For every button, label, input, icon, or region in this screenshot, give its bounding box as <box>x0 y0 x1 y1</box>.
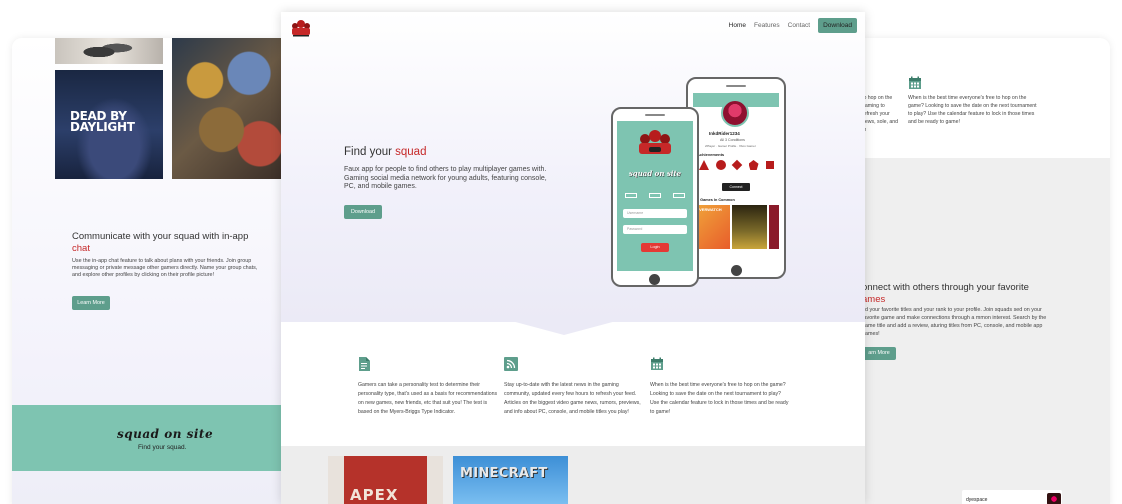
achievements-label: Achievements <box>697 152 725 157</box>
minecraft-title: MINECRAFT <box>460 466 548 481</box>
achievement-badges <box>699 159 775 171</box>
game-thumbnail-top <box>55 38 163 64</box>
feature-news-feed: Stay up-to-date with the latest news in … <box>504 357 644 417</box>
hero-download-button[interactable]: Download <box>344 205 382 219</box>
nav-features[interactable]: Features <box>754 22 780 29</box>
rss-icon <box>504 357 518 371</box>
login-button[interactable]: Login <box>641 243 669 252</box>
hero-description: Faux app for people to find others to pl… <box>344 166 547 191</box>
profile-username: InkdRider1234 <box>709 131 740 136</box>
phone-login-mockup: squad on site Username Password Login <box>611 107 699 287</box>
profile-card-title: dyespace <box>966 497 988 503</box>
screenshot-stage: DEAD BY DAYLIGHT Communicate with your s… <box>0 0 1122 504</box>
hero-title: Find your squad <box>344 146 427 158</box>
section-notch <box>508 320 620 335</box>
squad-logo-icon[interactable] <box>289 18 313 38</box>
nav-download-button[interactable]: Download <box>818 18 857 33</box>
chat-section-body: Use the in-app chat feature to talk abou… <box>72 258 258 278</box>
right-preview-panel: to hop on the gaming to refresh your new… <box>862 38 1110 504</box>
games-section-body: dd your favorite titles and your rank to… <box>862 307 1047 337</box>
document-icon <box>359 357 370 371</box>
connect-button[interactable]: Connect <box>722 183 750 191</box>
nav-home[interactable]: Home <box>729 22 746 29</box>
games-section-heading: onnect with others through your favorite… <box>862 282 1029 305</box>
profile-screen: InkdRider1234 All 3 Conditions 2Player ·… <box>693 93 779 261</box>
game-thumbnails: OVERWATCH <box>695 205 779 261</box>
squad-logo-icon <box>639 130 671 154</box>
feature-text: Gamers can take a personality test to de… <box>358 382 498 415</box>
profile-meta: 2Player · Gamer Profile · Xbox Gamer <box>705 144 756 148</box>
apex-poster: APEX <box>328 456 443 504</box>
feature-personality-test: Gamers can take a personality test to de… <box>358 357 498 417</box>
feature-text: Stay up-to-date with the latest news in … <box>504 382 641 415</box>
nav-contact[interactable]: Contact <box>788 22 810 29</box>
profile-subtitle: All 3 Conditions <box>720 138 745 142</box>
banner-tagline: Find your squad. <box>138 444 187 451</box>
avatar <box>721 99 749 127</box>
poster-title: DEAD BY DAYLIGHT <box>70 109 135 134</box>
password-field[interactable]: Password <box>623 225 687 234</box>
feature-text: When is the best time everyone's free to… <box>650 382 789 415</box>
learn-more-button[interactable]: Learn More <box>72 296 110 310</box>
login-step-boxes <box>625 193 685 198</box>
main-landing-page: Home Features Contact Download Find your… <box>281 12 865 504</box>
overwatch-poster <box>172 38 282 179</box>
banner-logo: squad on site <box>117 427 214 441</box>
calendar-icon <box>651 357 663 370</box>
login-logo-text: squad on site <box>628 169 682 178</box>
feature-calendar: When is the best time everyone's free to… <box>650 357 790 417</box>
chat-section-heading: Communicate with your squad with in-app … <box>72 231 249 254</box>
calendar-icon <box>909 76 921 89</box>
login-screen: squad on site Username Password Login <box>617 121 693 271</box>
games-in-common-label: 5 Games In Common <box>697 198 735 202</box>
avatar <box>1047 493 1061 504</box>
feature-text-fragment: to hop on the gaming to refresh your new… <box>862 95 899 133</box>
calendar-feature-text: When is the best time everyone's free to… <box>908 95 1037 125</box>
apex-title: APEX <box>350 486 399 504</box>
phone-profile-mockup: InkdRider1234 All 3 Conditions 2Player ·… <box>686 77 786 279</box>
overwatch-label: OVERWATCH <box>696 207 722 212</box>
top-nav: Home Features Contact Download <box>729 18 857 33</box>
username-field[interactable]: Username <box>623 209 687 218</box>
minecraft-poster: MINECRAFT <box>453 456 568 504</box>
learn-more-button-right[interactable]: arn More <box>862 347 896 360</box>
